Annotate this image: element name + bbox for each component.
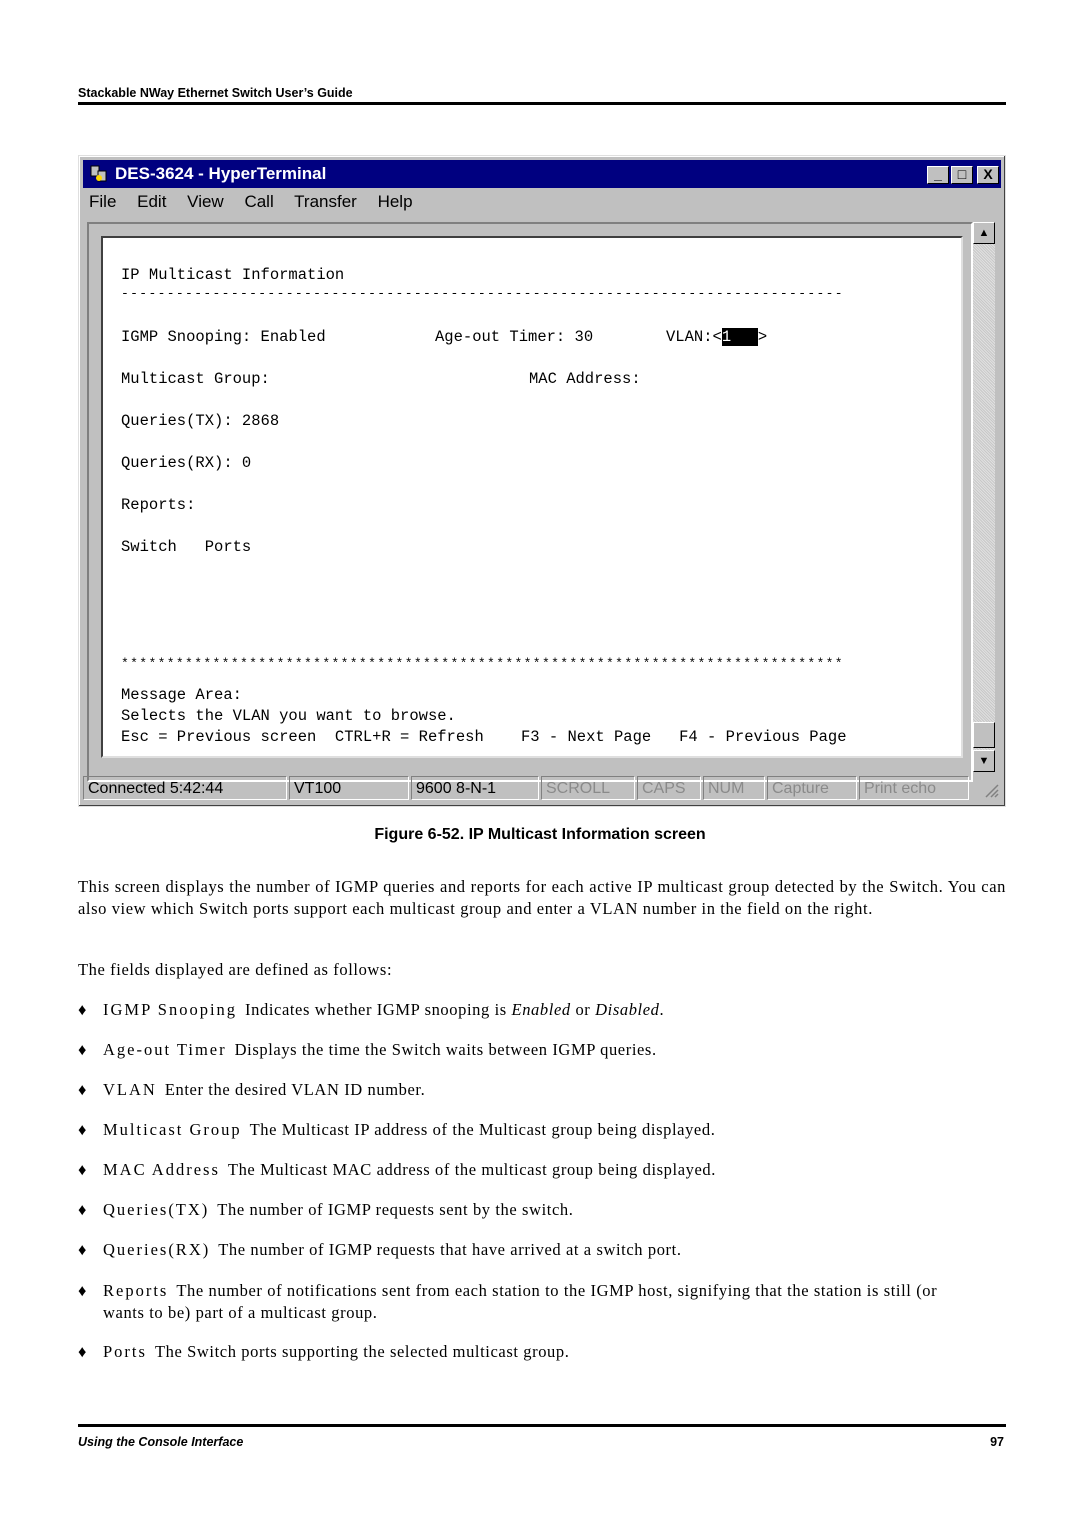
definition-term: Age-out Timer <box>103 1040 227 1059</box>
definition-emphasis: Disabled <box>595 1000 660 1019</box>
status-num: NUM <box>703 776 765 800</box>
fields-intro: The fields displayed are defined as foll… <box>78 960 393 979</box>
bullet-icon: ♦ <box>78 1080 88 1099</box>
definition-term: MAC Address <box>103 1160 220 1179</box>
status-caps: CAPS <box>637 776 701 800</box>
definition-term: Multicast Group <box>103 1120 242 1139</box>
age-out-timer: Age-out Timer: 30 <box>435 328 594 346</box>
maximize-button[interactable]: □ <box>951 166 973 184</box>
menu-transfer[interactable]: Transfer <box>294 192 357 211</box>
resize-grip-icon[interactable] <box>981 780 999 798</box>
status-connected: Connected 5:42:44 <box>83 776 287 800</box>
vlan-close: > <box>757 328 768 346</box>
menu-help[interactable]: Help <box>378 192 413 211</box>
definition-text: . <box>659 1000 665 1019</box>
vlan-label: VLAN:< <box>666 328 722 346</box>
bullet-icon: ♦ <box>78 1281 88 1300</box>
bullet-icon: ♦ <box>78 1120 88 1139</box>
switch-ports-header: Switch Ports <box>121 538 252 556</box>
definition-text: The Multicast MAC address of the multica… <box>227 1160 716 1179</box>
definition-text: The number of notifications sent from ea… <box>103 1281 938 1322</box>
status-emulation: VT100 <box>289 776 409 800</box>
terminal-heading: IP Multicast Information <box>121 266 345 284</box>
definition-text: or <box>570 1000 596 1019</box>
bullet-icon: ♦ <box>78 1342 88 1361</box>
definition-text: Indicates whether IGMP snooping is <box>245 1000 512 1019</box>
hyperterminal-app-icon <box>90 165 107 182</box>
definition-text: The number of IGMP requests sent by the … <box>217 1200 574 1219</box>
dash-rule: ----------------------------------------… <box>121 286 844 301</box>
scroll-down-button[interactable]: ▼ <box>973 750 995 772</box>
menu-file[interactable]: File <box>89 192 116 211</box>
menu-bar: File Edit View Call Transfer Help <box>89 192 429 212</box>
title-bar[interactable]: DES-3624 - HyperTerminal _ □ X <box>83 160 1001 188</box>
key-help: Esc = Previous screen CTRL+R = Refresh F… <box>121 728 847 746</box>
definition-term: Queries(TX) <box>103 1200 210 1219</box>
queries-tx: Queries(TX): 2868 <box>121 412 280 430</box>
scroll-thumb[interactable] <box>973 722 995 748</box>
vlan-input[interactable]: 1 <box>721 328 758 346</box>
definition-term: VLAN <box>103 1080 157 1099</box>
bullet-icon: ♦ <box>78 1160 88 1179</box>
page-header: Stackable NWay Ethernet Switch User’s Gu… <box>78 86 353 100</box>
window-title: DES-3624 - HyperTerminal <box>115 164 327 183</box>
definition-text: The Multicast IP address of the Multicas… <box>249 1120 716 1139</box>
status-port-settings: 9600 8-N-1 <box>411 776 539 800</box>
page-number: 97 <box>990 1435 1004 1449</box>
queries-rx: Queries(RX): 0 <box>121 454 252 472</box>
definition-term: IGMP Snooping <box>103 1000 238 1019</box>
definition-text: The number of IGMP requests that have ar… <box>218 1240 682 1259</box>
status-capture: Capture <box>767 776 857 800</box>
definition-term: Queries(RX) <box>103 1240 211 1259</box>
bullet-icon: ♦ <box>78 1200 88 1219</box>
hyperterminal-window: DES-3624 - HyperTerminal _ □ X File Edit… <box>78 155 1006 807</box>
bullet-icon: ♦ <box>78 1040 88 1059</box>
definition-emphasis: Enabled <box>511 1000 571 1019</box>
message-text: Selects the VLAN you want to browse. <box>121 707 456 725</box>
bullet-icon: ♦ <box>78 1240 88 1259</box>
definition-term: Ports <box>103 1342 147 1361</box>
definition-text: The Switch ports supporting the selected… <box>154 1342 570 1361</box>
status-scroll: SCROLL <box>541 776 635 800</box>
footer-section: Using the Console Interface <box>78 1435 244 1449</box>
reports-label: Reports: <box>121 496 196 514</box>
status-print-echo: Print echo <box>859 776 969 800</box>
menu-view[interactable]: View <box>187 192 224 211</box>
menu-call[interactable]: Call <box>244 192 273 211</box>
vlan-field: VLAN:<1 > <box>666 328 767 346</box>
minimize-button[interactable]: _ <box>927 166 949 184</box>
definition-text: Enter the desired VLAN ID number. <box>164 1080 426 1099</box>
igmp-snooping-status: IGMP Snooping: Enabled <box>121 328 326 346</box>
terminal-frame: IP Multicast Information ---------------… <box>87 222 973 782</box>
vertical-scrollbar[interactable]: ▲ ▼ <box>973 222 995 772</box>
status-bar: Connected 5:42:44 VT100 9600 8-N-1 SCROL… <box>83 774 1001 802</box>
bullet-icon: ♦ <box>78 1000 88 1019</box>
multicast-group-label: Multicast Group: <box>121 370 270 388</box>
terminal-screen[interactable]: IP Multicast Information ---------------… <box>101 236 963 758</box>
intro-paragraph: This screen displays the number of IGMP … <box>78 877 1006 918</box>
mac-address-label: MAC Address: <box>529 370 641 388</box>
figure-caption: Figure 6-52. IP Multicast Information sc… <box>374 826 706 843</box>
star-rule: ****************************************… <box>121 656 844 671</box>
definition-text: Displays the time the Switch waits betwe… <box>234 1040 657 1059</box>
definition-term: Reports <box>103 1281 169 1300</box>
close-button[interactable]: X <box>977 166 999 184</box>
menu-edit[interactable]: Edit <box>137 192 166 211</box>
footer-rule <box>78 1424 1006 1427</box>
scroll-up-button[interactable]: ▲ <box>973 222 995 244</box>
header-rule <box>78 102 1006 105</box>
message-area-label: Message Area: <box>121 686 242 704</box>
